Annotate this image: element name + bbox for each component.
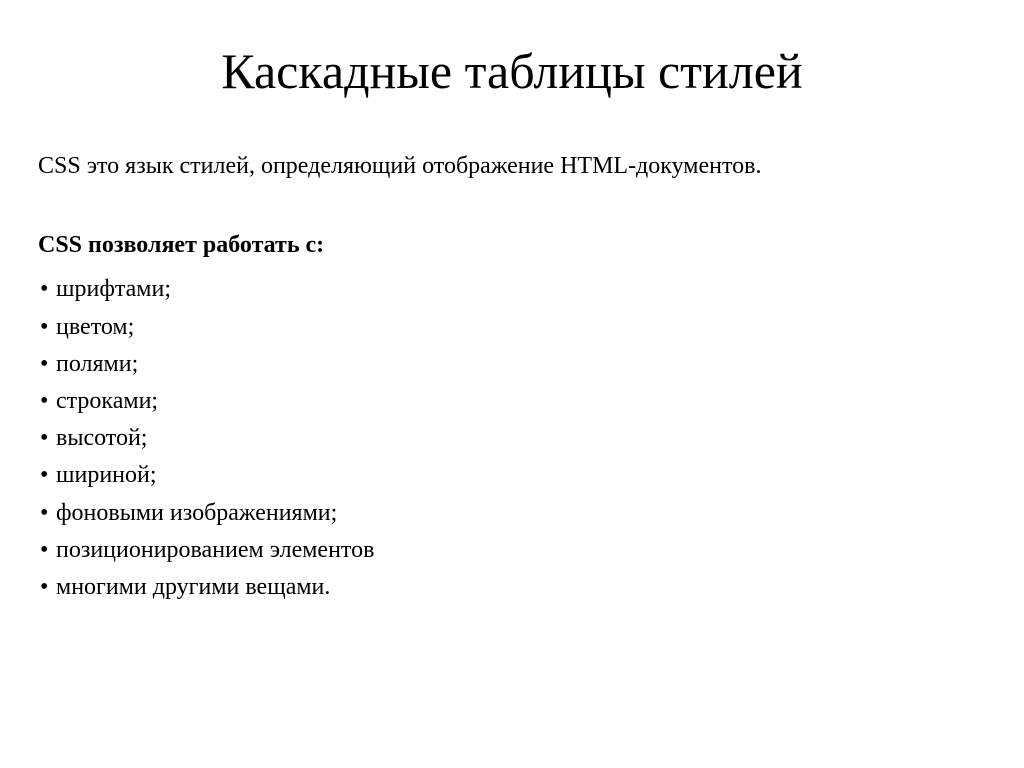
- list-item: высотой;: [38, 420, 986, 457]
- list-item: полями;: [38, 346, 986, 383]
- list-item: шрифтами;: [38, 271, 986, 308]
- list-item: позиционированием элементов: [38, 532, 986, 569]
- slide: Каскадные таблицы стилей CSS это язык ст…: [0, 0, 1024, 768]
- list-item: строками;: [38, 383, 986, 420]
- slide-title: Каскадные таблицы стилей: [38, 44, 986, 99]
- intro-paragraph: CSS это язык стилей, определяющий отобра…: [38, 151, 986, 182]
- list-item: шириной;: [38, 457, 986, 494]
- sub-heading: CSS позволяет работать с:: [38, 230, 986, 261]
- list-item: цветом;: [38, 309, 986, 346]
- list-item: фоновыми изображениями;: [38, 495, 986, 532]
- list-item: многими другими вещами.: [38, 569, 986, 606]
- bullet-list: шрифтами; цветом; полями; строками; высо…: [38, 271, 986, 606]
